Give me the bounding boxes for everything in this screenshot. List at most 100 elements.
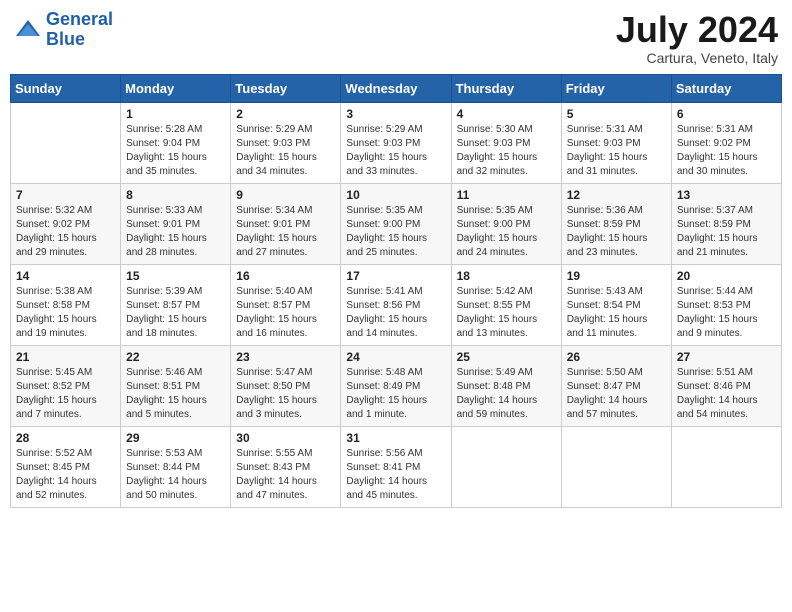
day-number: 5 <box>567 107 666 121</box>
calendar-cell: 19Sunrise: 5:43 AM Sunset: 8:54 PM Dayli… <box>561 264 671 345</box>
day-info: Sunrise: 5:51 AM Sunset: 8:46 PM Dayligh… <box>677 366 776 422</box>
calendar-cell: 7 Sunrise: 5:32 AM Sunset: 9:02 PM Daylig… <box>11 183 121 264</box>
day-info: Sunrise: 5:35 AM Sunset: 9:00 PM Dayligh… <box>457 204 556 260</box>
day-info: Sunrise: 5:39 AM Sunset: 8:57 PM Dayligh… <box>126 285 225 341</box>
location-subtitle: Cartura, Veneto, Italy <box>616 50 778 66</box>
day-info: Sunrise: 5:40 AM Sunset: 8:57 PM Dayligh… <box>236 285 335 341</box>
calendar-cell: 8Sunrise: 5:33 AM Sunset: 9:01 PM Daylig… <box>121 183 231 264</box>
day-info: Sunrise: 5:46 AM Sunset: 8:51 PM Dayligh… <box>126 366 225 422</box>
day-info: Sunrise: 5:28 AM Sunset: 9:04 PM Dayligh… <box>126 123 225 179</box>
day-number: 14 <box>16 269 115 283</box>
calendar-week-row: 28Sunrise: 5:52 AM Sunset: 8:45 PM Dayli… <box>11 426 782 507</box>
day-number: 18 <box>457 269 556 283</box>
day-number: 20 <box>677 269 776 283</box>
day-number: 9 <box>236 188 335 202</box>
day-number: 10 <box>346 188 445 202</box>
calendar-cell: 10 Sunrise: 5:35 AM Sunset: 9:00 PM Dayli… <box>341 183 451 264</box>
calendar-cell: 12 Sunrise: 5:36 AM Sunset: 8:59 PM Dayli… <box>561 183 671 264</box>
day-info: Sunrise: 5:43 AM Sunset: 8:54 PM Dayligh… <box>567 285 666 341</box>
day-number: 1 <box>126 107 225 121</box>
day-info: Sunrise: 5:48 AM Sunset: 8:49 PM Dayligh… <box>346 366 445 422</box>
day-info: Sunrise: 5:56 AM Sunset: 8:41 PM Dayligh… <box>346 447 445 503</box>
day-info: Sunrise: 5:33 AM Sunset: 9:01 PM Dayligh… <box>126 204 225 260</box>
weekday-header: Sunday <box>11 74 121 102</box>
day-number: 29 <box>126 431 225 445</box>
calendar-cell: 20 Sunrise: 5:44 AM Sunset: 8:53 PM Dayli… <box>671 264 781 345</box>
calendar-cell <box>561 426 671 507</box>
day-info: Sunrise: 5:38 AM Sunset: 8:58 PM Dayligh… <box>16 285 115 341</box>
calendar-week-row: 21 Sunrise: 5:45 AM Sunset: 8:52 PM Dayli… <box>11 345 782 426</box>
day-info: Sunrise: 5:32 AM Sunset: 9:02 PM Dayligh… <box>16 204 115 260</box>
calendar-week-row: 1 Sunrise: 5:28 AM Sunset: 9:04 PM Daylig… <box>11 102 782 183</box>
day-info: Sunrise: 5:53 AM Sunset: 8:44 PM Dayligh… <box>126 447 225 503</box>
day-number: 31 <box>346 431 445 445</box>
calendar-cell: 21 Sunrise: 5:45 AM Sunset: 8:52 PM Dayli… <box>11 345 121 426</box>
day-info: Sunrise: 5:42 AM Sunset: 8:55 PM Dayligh… <box>457 285 556 341</box>
calendar-cell: 17 Sunrise: 5:41 AM Sunset: 8:56 PM Dayli… <box>341 264 451 345</box>
calendar-cell: 13 Sunrise: 5:37 AM Sunset: 8:59 PM Dayli… <box>671 183 781 264</box>
day-number: 12 <box>567 188 666 202</box>
calendar-cell: 16 Sunrise: 5:40 AM Sunset: 8:57 PM Dayli… <box>231 264 341 345</box>
day-number: 7 <box>16 188 115 202</box>
title-block: July 2024 Cartura, Veneto, Italy <box>616 10 778 66</box>
day-number: 26 <box>567 350 666 364</box>
day-info: Sunrise: 5:30 AM Sunset: 9:03 PM Dayligh… <box>457 123 556 179</box>
day-number: 24 <box>346 350 445 364</box>
calendar-cell: 29 Sunrise: 5:53 AM Sunset: 8:44 PM Dayli… <box>121 426 231 507</box>
day-number: 3 <box>346 107 445 121</box>
day-number: 13 <box>677 188 776 202</box>
day-info: Sunrise: 5:52 AM Sunset: 8:45 PM Dayligh… <box>16 447 115 503</box>
day-number: 15 <box>126 269 225 283</box>
day-number: 16 <box>236 269 335 283</box>
calendar-cell: 15 Sunrise: 5:39 AM Sunset: 8:57 PM Dayli… <box>121 264 231 345</box>
day-info: Sunrise: 5:41 AM Sunset: 8:56 PM Dayligh… <box>346 285 445 341</box>
calendar-cell: 3 Sunrise: 5:29 AM Sunset: 9:03 PM Daylig… <box>341 102 451 183</box>
logo-icon <box>14 16 42 44</box>
calendar-cell: 30 Sunrise: 5:55 AM Sunset: 8:43 PM Dayli… <box>231 426 341 507</box>
day-number: 17 <box>346 269 445 283</box>
calendar-cell: 24 Sunrise: 5:48 AM Sunset: 8:49 PM Dayli… <box>341 345 451 426</box>
calendar-cell <box>671 426 781 507</box>
calendar-cell: 14 Sunrise: 5:38 AM Sunset: 8:58 PM Dayli… <box>11 264 121 345</box>
day-info: Sunrise: 5:44 AM Sunset: 8:53 PM Dayligh… <box>677 285 776 341</box>
calendar-cell <box>451 426 561 507</box>
calendar-cell: 31 Sunrise: 5:56 AM Sunset: 8:41 PM Dayli… <box>341 426 451 507</box>
day-number: 23 <box>236 350 335 364</box>
day-number: 11 <box>457 188 556 202</box>
calendar-week-row: 7 Sunrise: 5:32 AM Sunset: 9:02 PM Daylig… <box>11 183 782 264</box>
calendar-week-row: 14 Sunrise: 5:38 AM Sunset: 8:58 PM Dayli… <box>11 264 782 345</box>
day-info: Sunrise: 5:49 AM Sunset: 8:48 PM Dayligh… <box>457 366 556 422</box>
day-number: 30 <box>236 431 335 445</box>
day-info: Sunrise: 5:50 AM Sunset: 8:47 PM Dayligh… <box>567 366 666 422</box>
month-title: July 2024 <box>616 10 778 50</box>
calendar-cell <box>11 102 121 183</box>
day-info: Sunrise: 5:35 AM Sunset: 9:00 PM Dayligh… <box>346 204 445 260</box>
day-info: Sunrise: 5:55 AM Sunset: 8:43 PM Dayligh… <box>236 447 335 503</box>
logo-text: General Blue <box>46 10 113 50</box>
weekday-header: Monday <box>121 74 231 102</box>
calendar-cell: 5 Sunrise: 5:31 AM Sunset: 9:03 PM Daylig… <box>561 102 671 183</box>
day-info: Sunrise: 5:31 AM Sunset: 9:03 PM Dayligh… <box>567 123 666 179</box>
day-info: Sunrise: 5:36 AM Sunset: 8:59 PM Dayligh… <box>567 204 666 260</box>
day-info: Sunrise: 5:29 AM Sunset: 9:03 PM Dayligh… <box>346 123 445 179</box>
calendar-cell: 1 Sunrise: 5:28 AM Sunset: 9:04 PM Daylig… <box>121 102 231 183</box>
calendar-cell: 26 Sunrise: 5:50 AM Sunset: 8:47 PM Dayli… <box>561 345 671 426</box>
day-info: Sunrise: 5:31 AM Sunset: 9:02 PM Dayligh… <box>677 123 776 179</box>
day-number: 6 <box>677 107 776 121</box>
day-number: 22 <box>126 350 225 364</box>
logo: General Blue <box>14 10 113 50</box>
calendar-cell: 2Sunrise: 5:29 AM Sunset: 9:03 PM Daylig… <box>231 102 341 183</box>
calendar-cell: 22 Sunrise: 5:46 AM Sunset: 8:51 PM Dayli… <box>121 345 231 426</box>
day-number: 21 <box>16 350 115 364</box>
calendar-table: SundayMondayTuesdayWednesdayThursdayFrid… <box>10 74 782 508</box>
day-number: 4 <box>457 107 556 121</box>
calendar-cell: 6 Sunrise: 5:31 AM Sunset: 9:02 PM Daylig… <box>671 102 781 183</box>
weekday-header: Tuesday <box>231 74 341 102</box>
day-number: 25 <box>457 350 556 364</box>
weekday-header: Thursday <box>451 74 561 102</box>
calendar-cell: 27Sunrise: 5:51 AM Sunset: 8:46 PM Dayli… <box>671 345 781 426</box>
day-info: Sunrise: 5:37 AM Sunset: 8:59 PM Dayligh… <box>677 204 776 260</box>
weekday-header: Wednesday <box>341 74 451 102</box>
day-info: Sunrise: 5:29 AM Sunset: 9:03 PM Dayligh… <box>236 123 335 179</box>
day-info: Sunrise: 5:45 AM Sunset: 8:52 PM Dayligh… <box>16 366 115 422</box>
